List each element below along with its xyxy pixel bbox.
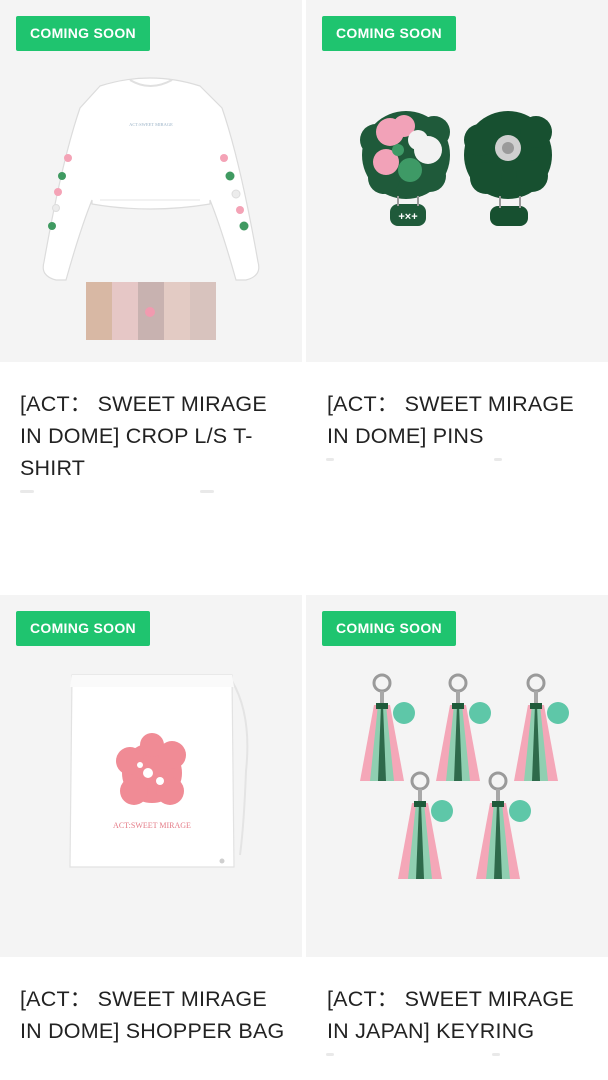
product-card-shopper-bag[interactable]: ACT:SWEET MIRAGE COMING SOON [ACT： SWEET… — [0, 595, 302, 1043]
product-title[interactable]: [ACT： SWEET MIRAGE IN DOME] CROP L/S T-S… — [20, 388, 290, 484]
keyring-image — [358, 673, 571, 881]
coming-soon-badge: COMING SOON — [16, 16, 150, 51]
product-grid: ACT:SWEET MIRAGE COMING SOON [ACT： SWEET… — [0, 0, 608, 1080]
product-image-pins[interactable]: +×+ COMING SOON — [306, 0, 608, 362]
keyring-3 — [512, 673, 571, 783]
product-image-keyring[interactable]: COMING SOON — [306, 595, 608, 957]
bag-print-text: ACT:SWEET MIRAGE — [113, 821, 191, 830]
keyring-4 — [396, 771, 455, 881]
keyring-1 — [358, 673, 417, 783]
price-placeholder-2 — [492, 1053, 500, 1056]
product-card-pins[interactable]: +×+ COMING SOON [ACT： SWEET MIRAGE IN DO — [306, 0, 608, 461]
coming-soon-badge: COMING SOON — [16, 611, 150, 646]
price-placeholder-2 — [200, 490, 214, 493]
price-placeholder-2 — [494, 458, 502, 461]
keyring-2 — [434, 673, 493, 783]
coming-soon-badge: COMING SOON — [322, 16, 456, 51]
price-placeholder — [326, 1053, 334, 1056]
tshirt-image — [42, 77, 260, 340]
coming-soon-badge: COMING SOON — [322, 611, 456, 646]
product-title[interactable]: [ACT： SWEET MIRAGE IN JAPAN] KEYRING — [327, 983, 597, 1047]
product-title[interactable]: [ACT： SWEET MIRAGE IN DOME] PINS — [327, 388, 597, 452]
product-image-shopper-bag[interactable]: ACT:SWEET MIRAGE COMING SOON — [0, 595, 302, 957]
product-title[interactable]: [ACT： SWEET MIRAGE IN DOME] SHOPPER BAG — [20, 983, 290, 1047]
product-card-keyring[interactable]: COMING SOON [ACT： SWEET MIRAGE IN JAPAN]… — [306, 595, 608, 1056]
tshirt-print-text: ACT:SWEET MIRAGE — [129, 122, 173, 127]
product-card-tshirt[interactable]: ACT:SWEET MIRAGE COMING SOON [ACT： SWEET… — [0, 0, 302, 493]
pin-front — [360, 111, 450, 226]
keyring-5 — [474, 771, 533, 881]
photocards — [86, 282, 216, 340]
shopper-bag-image — [69, 674, 249, 868]
price-placeholder — [20, 490, 34, 493]
pin-logo-text: +×+ — [398, 211, 417, 223]
pins-image: +×+ — [360, 111, 552, 226]
price-placeholder — [326, 458, 334, 461]
pin-back — [464, 111, 552, 226]
product-image-tshirt[interactable]: ACT:SWEET MIRAGE COMING SOON — [0, 0, 302, 362]
